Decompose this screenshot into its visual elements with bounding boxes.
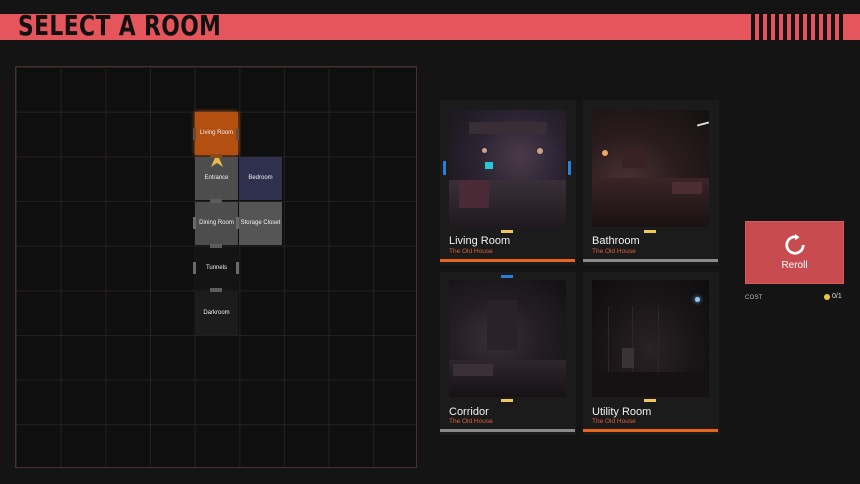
cost-amount: 0/1 [832,293,842,300]
map-door [236,262,239,274]
room-pip [501,230,513,233]
room-card-utility-room-name[interactable]: Utility Room [592,406,651,418]
room-card-corridor-thumbnail[interactable] [449,280,566,397]
room-card-utility-room-location: The Old House [592,418,636,425]
cost-value: 0/1 [824,293,842,300]
reroll-button[interactable]: Reroll [745,221,844,284]
room-card-bar [440,429,575,432]
room-card-bar [583,259,718,262]
map-door [193,128,196,140]
map-room-label: Tunnels [205,265,228,271]
map-door [210,199,222,203]
room-card-corridor-name[interactable]: Corridor [449,406,489,418]
map-room-label: Bedroom [248,175,273,181]
room-card-living-room-location: The Old House [449,248,493,255]
room-card-living-room-thumbnail[interactable] [449,110,566,227]
room-card-bathroom-location: The Old House [592,248,636,255]
map-room-label: Darkroom [203,310,230,316]
map-room-living-room[interactable]: Living Room [195,112,238,155]
coin-icon [824,293,830,300]
page-title: SELECT A ROOM [18,9,222,42]
map-door [210,154,222,158]
room-card-bathroom-thumbnail[interactable] [592,110,709,227]
selection-indicator [501,275,513,278]
map-door [193,262,196,274]
map-room-label: Dining Room [199,220,234,226]
reroll-label: Reroll [781,260,808,271]
room-card-utility-room-thumbnail[interactable] [592,280,709,397]
map-door [236,128,239,140]
room-card-bar [583,429,718,432]
room-pip [501,399,513,402]
map-room-label: Entrance [204,175,229,181]
map-door [210,244,222,248]
room-card-bathroom-name[interactable]: Bathroom [592,235,640,247]
house-map: Living Room Entrance Bedroom Dining Room… [15,66,417,468]
map-door [193,217,196,229]
map-room-dining-room[interactable]: Dining Room [195,202,238,245]
reroll-icon [784,234,805,255]
room-card-bar [440,259,575,262]
map-door [236,217,239,229]
room-pip [644,399,656,402]
room-card-corridor-location: The Old House [449,418,493,425]
room-card-living-room-name[interactable]: Living Room [449,235,510,247]
map-door [210,288,222,292]
room-pip [644,230,656,233]
map-room-tunnels[interactable]: Tunnels [195,247,238,290]
selection-indicator [568,161,571,175]
map-room-storage-closet[interactable]: Storage Closet [239,202,282,245]
map-room-label: Storage Closet [240,220,281,226]
light-glow [695,297,700,302]
map-room-label: Living Room [199,130,234,136]
header-stripes [751,14,843,40]
map-room-darkroom[interactable]: Darkroom [195,292,238,335]
cost-label: COST [745,295,763,301]
selection-indicator [443,161,446,175]
map-room-bedroom[interactable]: Bedroom [239,157,282,200]
